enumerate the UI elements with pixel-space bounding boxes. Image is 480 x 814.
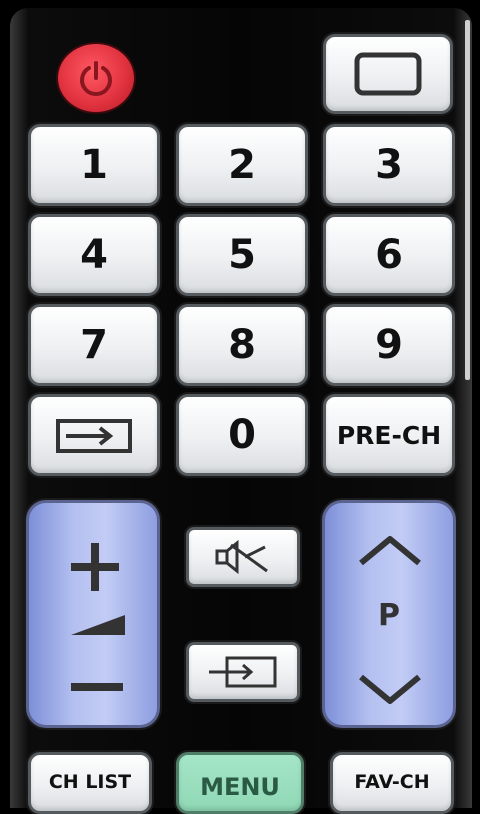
- number-0-button[interactable]: 0: [176, 394, 308, 476]
- plus-icon: [71, 543, 119, 591]
- mute-button[interactable]: [186, 527, 300, 587]
- menu-button[interactable]: MENU: [176, 752, 304, 814]
- channel-rocker[interactable]: P: [322, 500, 456, 728]
- power-button[interactable]: [56, 42, 136, 114]
- minus-icon: [71, 683, 123, 691]
- number-1-button[interactable]: 1: [28, 124, 160, 206]
- volume-level-icon: [71, 615, 125, 635]
- number-8-button[interactable]: 8: [176, 304, 308, 386]
- number-4-button[interactable]: 4: [28, 214, 160, 296]
- number-6-button[interactable]: 6: [323, 214, 455, 296]
- volume-rocker[interactable]: [26, 500, 160, 728]
- ch-list-button[interactable]: CH LIST: [28, 752, 152, 814]
- number-9-button[interactable]: 9: [323, 304, 455, 386]
- input-source-icon: [56, 419, 132, 453]
- number-2-button[interactable]: 2: [176, 124, 308, 206]
- number-3-button[interactable]: 3: [323, 124, 455, 206]
- screen-icon: [354, 52, 422, 96]
- fav-ch-button[interactable]: FAV-CH: [330, 752, 454, 814]
- source-button[interactable]: [323, 34, 453, 114]
- power-icon: [80, 61, 112, 97]
- pre-ch-button[interactable]: PRE-CH: [323, 394, 455, 476]
- mute-icon: [215, 539, 268, 575]
- scrollbar[interactable]: [465, 20, 470, 380]
- chevron-down-icon: [359, 674, 421, 704]
- number-5-button[interactable]: 5: [176, 214, 308, 296]
- input-arrow-button[interactable]: [186, 642, 300, 702]
- input-arrow-icon: [209, 656, 277, 688]
- channel-label: P: [378, 598, 400, 633]
- input-button[interactable]: [28, 394, 160, 476]
- number-7-button[interactable]: 7: [28, 304, 160, 386]
- chevron-up-icon: [359, 536, 421, 566]
